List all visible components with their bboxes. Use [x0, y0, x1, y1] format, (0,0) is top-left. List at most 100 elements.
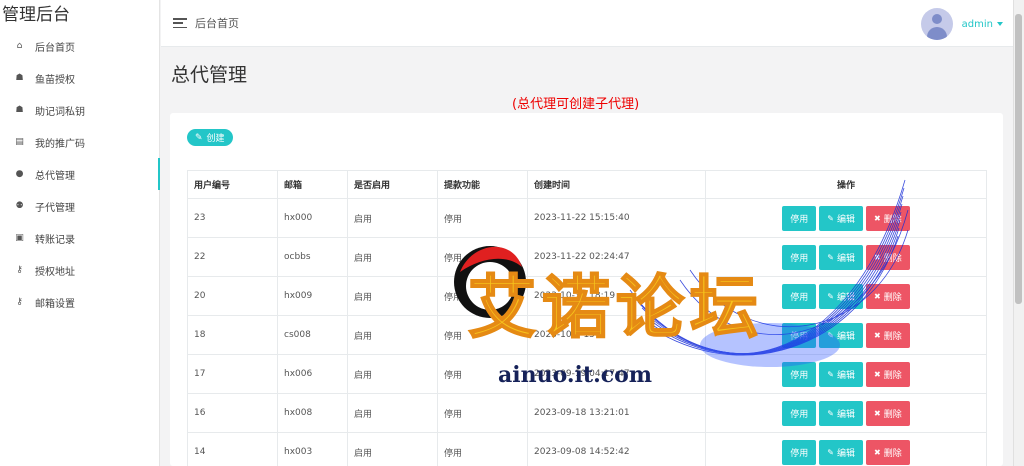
- brand-title: 管理后台: [2, 5, 70, 25]
- table-cell: 23: [187, 198, 278, 238]
- disable-button[interactable]: 停用: [782, 244, 817, 270]
- table-cell: 22: [187, 237, 278, 277]
- table-cell: ocbbs: [277, 237, 348, 277]
- sidebar-item-3[interactable]: ▤ 我的推广码: [0, 126, 159, 158]
- table-cell: 停用: [437, 354, 528, 394]
- actions-cell: 停用 ✎ 编辑 ✖ 删除: [705, 315, 987, 355]
- times-icon: ✖: [874, 252, 881, 262]
- delete-button-label: 删除: [883, 409, 902, 420]
- table-cell: 启用: [347, 237, 438, 277]
- delete-button-label: 删除: [883, 448, 902, 459]
- disable-button-label: 停用: [790, 253, 809, 264]
- table-row: 16 hx008 启用 停用 2023-09-18 13:21:01 停用 ✎ 编辑 ✖ 删除: [187, 393, 987, 433]
- table-cell: 2023-09-08 14:52:42: [527, 432, 706, 466]
- table-cell: 17: [187, 354, 278, 394]
- delete-button-label: 删除: [883, 253, 902, 264]
- edit-icon: ✎: [827, 213, 834, 223]
- delete-button[interactable]: ✖ 删除: [866, 400, 910, 426]
- delete-button[interactable]: ✖ 删除: [866, 439, 910, 465]
- actions-cell: 停用 ✎ 编辑 ✖ 删除: [705, 276, 987, 316]
- disable-button-label: 停用: [790, 370, 809, 381]
- table-row: 17 hx006 启用 停用 2023-09-19 04:17:47 停用 ✎ 编辑 ✖ 删除: [187, 354, 987, 394]
- edit-button[interactable]: ✎ 编辑: [819, 400, 863, 426]
- table-cell: 2023-11-22 15:15:40: [527, 198, 706, 238]
- disable-button[interactable]: 停用: [782, 322, 817, 348]
- delete-button[interactable]: ✖ 删除: [866, 205, 910, 231]
- delete-button[interactable]: ✖ 删除: [866, 244, 910, 270]
- table-row: 20 hx009 启用 停用 2023-10-30 18:19 停用 ✎ 编辑 ✖ 删除: [187, 276, 987, 316]
- delete-button[interactable]: ✖ 删除: [866, 283, 910, 309]
- delete-button[interactable]: ✖ 删除: [866, 361, 910, 387]
- table-cell: 2023-10-0 15: [527, 315, 706, 355]
- delete-button-label: 删除: [883, 214, 902, 225]
- notice-text: (总代理可创建子代理): [512, 97, 640, 112]
- sidebar-item-0[interactable]: ⌂ 后台首页: [0, 30, 159, 62]
- sidebar-item-label: 子代管理: [35, 202, 75, 214]
- list-icon: ▣: [15, 233, 24, 243]
- sidebar-item-6[interactable]: ▣ 转账记录: [0, 222, 159, 254]
- edit-icon: ✎: [827, 252, 834, 262]
- edit-button[interactable]: ✎ 编辑: [819, 322, 863, 348]
- edit-button[interactable]: ✎ 编辑: [819, 361, 863, 387]
- delete-button-label: 删除: [883, 370, 902, 381]
- table-cell: 停用: [437, 198, 528, 238]
- edit-icon: ✎: [827, 330, 834, 340]
- table-cell: 停用: [437, 393, 528, 433]
- disable-button[interactable]: 停用: [782, 205, 817, 231]
- times-icon: ✖: [874, 330, 881, 340]
- edit-button[interactable]: ✎ 编辑: [819, 205, 863, 231]
- edit-button-label: 编辑: [836, 214, 855, 225]
- actions-cell: 停用 ✎ 编辑 ✖ 删除: [705, 432, 987, 466]
- sidebar-item-4[interactable]: ● 总代管理: [0, 158, 160, 190]
- users-icon: ⚉: [15, 201, 24, 211]
- times-icon: ✖: [874, 447, 881, 457]
- disable-button[interactable]: 停用: [782, 400, 817, 426]
- sidebar-item-label: 我的推广码: [35, 138, 85, 150]
- sidebar-item-label: 鱼苗授权: [35, 74, 75, 86]
- column-header: 创建时间: [527, 170, 706, 199]
- sidebar-item-label: 转账记录: [35, 234, 75, 246]
- scrollbar-thumb[interactable]: [1015, 14, 1022, 304]
- table-cell: 16: [187, 393, 278, 433]
- edit-icon: ✎: [195, 132, 203, 143]
- create-button-label: 创建: [206, 134, 225, 144]
- scrollbar[interactable]: [1013, 0, 1024, 466]
- sidebar-item-1[interactable]: ☗ 鱼苗授权: [0, 62, 159, 94]
- user-menu[interactable]: admin: [920, 8, 1003, 40]
- top-header: 后台首页 admin: [161, 0, 1013, 47]
- create-button[interactable]: ✎ 创建: [187, 129, 233, 146]
- edit-button-label: 编辑: [836, 448, 855, 459]
- column-header: 用户编号: [187, 170, 278, 199]
- edit-button[interactable]: ✎ 编辑: [819, 244, 863, 270]
- times-icon: ✖: [874, 213, 881, 223]
- edit-button-label: 编辑: [836, 292, 855, 303]
- table-row: 22 ocbbs 启用 停用 2023-11-22 02:24:47 停用 ✎ 编辑 ✖ 删除: [187, 237, 987, 277]
- disable-button[interactable]: 停用: [782, 439, 817, 465]
- disable-button[interactable]: 停用: [782, 283, 817, 309]
- breadcrumb[interactable]: 后台首页: [195, 15, 239, 31]
- delete-button[interactable]: ✖ 删除: [866, 322, 910, 348]
- disable-button-label: 停用: [790, 448, 809, 459]
- edit-button-label: 编辑: [836, 370, 855, 381]
- edit-button[interactable]: ✎ 编辑: [819, 439, 863, 465]
- table-cell: 20: [187, 276, 278, 316]
- edit-button[interactable]: ✎ 编辑: [819, 283, 863, 309]
- times-icon: ✖: [874, 291, 881, 301]
- column-header: 提款功能: [437, 170, 528, 199]
- disable-button-label: 停用: [790, 292, 809, 303]
- user-secret-icon: ☗: [15, 73, 24, 83]
- table-cell: 启用: [347, 198, 438, 238]
- file-icon: ▤: [15, 137, 24, 147]
- edit-icon: ✎: [827, 408, 834, 418]
- sidebar-item-2[interactable]: ☗ 助记词私钥: [0, 94, 159, 126]
- sidebar-item-label: 授权地址: [35, 266, 75, 278]
- delete-button-label: 删除: [883, 331, 902, 342]
- delete-button-label: 删除: [883, 292, 902, 303]
- sidebar-item-label: 总代管理: [35, 170, 75, 182]
- menu-toggle-icon[interactable]: [173, 18, 187, 28]
- sidebar-item-5[interactable]: ⚉ 子代管理: [0, 190, 159, 222]
- table-cell: 启用: [347, 315, 438, 355]
- sidebar-item-8[interactable]: ⚷ 邮箱设置: [0, 286, 159, 318]
- sidebar-item-7[interactable]: ⚷ 授权地址: [0, 254, 159, 286]
- disable-button[interactable]: 停用: [782, 361, 817, 387]
